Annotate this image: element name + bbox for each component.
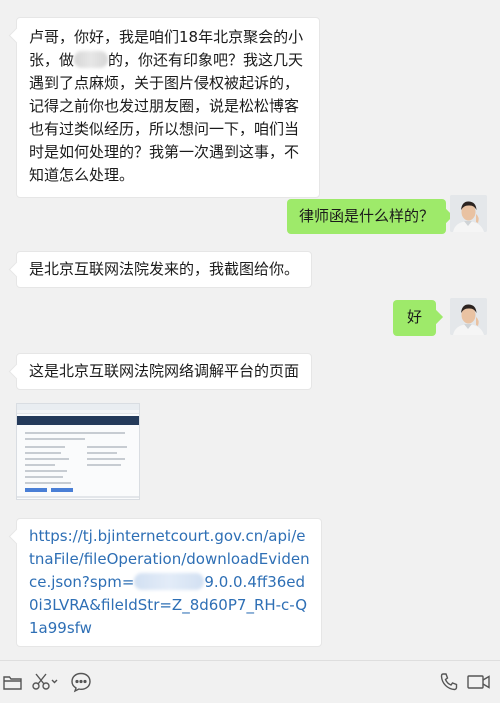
thumb-text-line: [25, 458, 69, 460]
avatar-image: [450, 195, 487, 232]
thumb-footer: [17, 496, 139, 498]
avatar-image: [450, 298, 487, 335]
scissors-icon[interactable]: [31, 671, 59, 693]
thumb-text-line: [25, 470, 67, 472]
phone-icon[interactable]: [438, 671, 460, 693]
input-toolbar: [0, 660, 500, 703]
thumb-blue-button: [25, 488, 47, 492]
thumb-blue-button: [51, 488, 73, 492]
message-text: 好: [406, 308, 422, 326]
incoming-message-bubble[interactable]: 是北京互联网法院发来的，我截图给你。: [16, 251, 313, 288]
chat-message-area[interactable]: 卢哥，你好，我是咱们18年北京聚会的小张，做 的，你还有印象吧？我这几天遇到了点麻…: [0, 0, 500, 660]
thumb-text-line: [25, 438, 85, 440]
user-avatar[interactable]: [450, 298, 487, 335]
thumb-text-line: [87, 452, 117, 454]
folder-icon[interactable]: [2, 671, 24, 693]
thumb-text-line: [25, 476, 63, 478]
thumb-text-line: [25, 482, 71, 484]
thumb-text-line: [87, 464, 121, 466]
thumb-text-line: [87, 458, 125, 460]
message-text: 的，你还有印象吧？我这几天遇到了点麻烦，关于图片侵权被起诉的，记得之前你也发过朋…: [29, 51, 304, 184]
screenshot-image-message[interactable]: [16, 403, 140, 500]
incoming-message-bubble[interactable]: 卢哥，你好，我是咱们18年北京聚会的小张，做 的，你还有印象吧？我这几天遇到了点麻…: [16, 17, 320, 198]
thumb-text-line: [87, 446, 127, 448]
thumb-text-line: [25, 446, 65, 448]
outgoing-message-bubble[interactable]: 律师函是什么样的？: [287, 199, 447, 234]
video-call-icon[interactable]: [466, 671, 492, 693]
emoji-icon[interactable]: [70, 671, 92, 693]
thumb-text-line: [25, 432, 125, 434]
thumb-text-line: [25, 464, 55, 466]
thumb-address-bar: [17, 410, 139, 414]
thumb-text-line: [25, 452, 61, 454]
link-message-bubble[interactable]: https://tj.bjinternetcourt.gov.cn/api/et…: [16, 518, 322, 647]
redacted-blur: [134, 573, 205, 590]
message-text: 是北京互联网法院发来的，我截图给你。: [29, 260, 300, 278]
outgoing-message-bubble[interactable]: 好: [393, 300, 436, 336]
message-text: 这是北京互联网法院网络调解平台的页面: [29, 362, 300, 380]
thumb-site-header: [17, 416, 139, 425]
incoming-message-bubble[interactable]: 这是北京互联网法院网络调解平台的页面: [16, 353, 313, 390]
redacted-blur: [74, 51, 109, 68]
user-avatar[interactable]: [450, 195, 487, 232]
message-text: 律师函是什么样的？: [299, 207, 435, 225]
